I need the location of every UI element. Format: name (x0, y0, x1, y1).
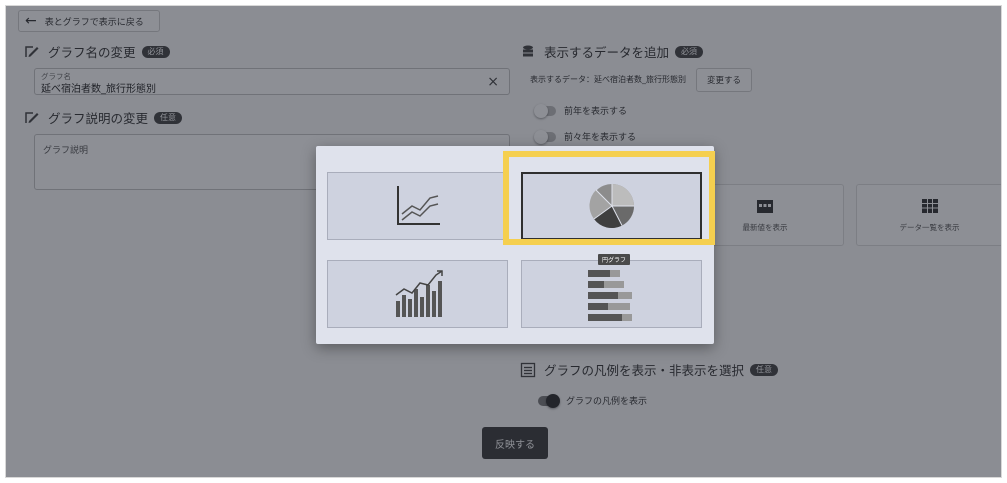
bar-line-chart-icon (395, 270, 443, 317)
stacked-bar-chart-icon (587, 270, 632, 321)
selection-highlight (503, 151, 715, 245)
chart-option-stacked-bar[interactable] (521, 260, 702, 328)
pie-chart-tooltip: 円グラフ (598, 254, 631, 265)
line-chart-icon (396, 186, 440, 225)
chart-option-bar-line[interactable] (327, 260, 508, 328)
app-frame: ← 表とグラフで表示に戻る グラフ名の変更 必須 グラフ名 延べ宿泊者数_旅行形… (5, 5, 1002, 478)
chart-option-line[interactable] (327, 172, 508, 240)
